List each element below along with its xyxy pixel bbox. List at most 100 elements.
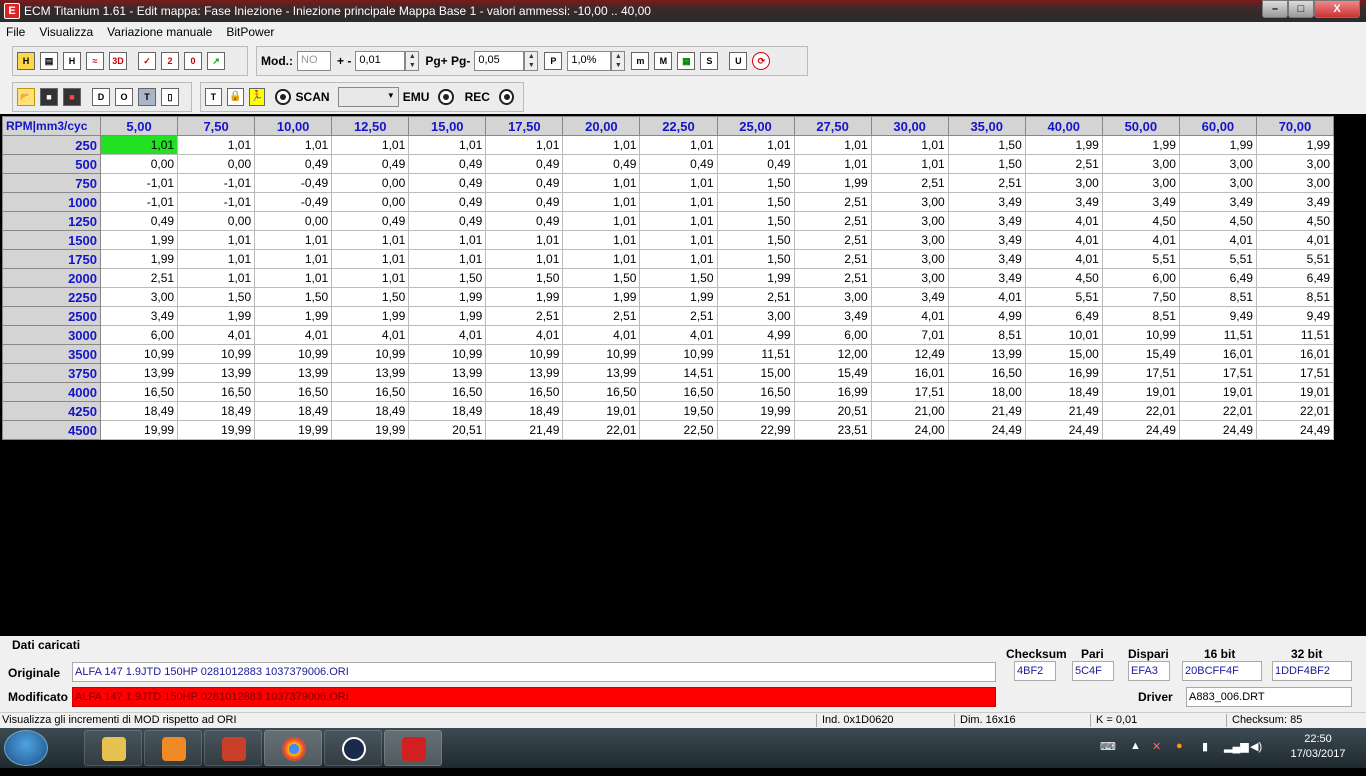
map-cell[interactable]: 3,00 (1024, 173, 1103, 193)
map-cell[interactable]: 1,50 (716, 230, 795, 250)
record-dot-icon[interactable] (275, 89, 291, 105)
view-table-icon[interactable]: T (138, 88, 156, 106)
map-cell[interactable]: 12,00 (793, 344, 872, 364)
map-cell[interactable]: 1,99 (254, 306, 333, 326)
export-icon[interactable]: ↗ (207, 52, 225, 70)
map-cell[interactable]: 6,00 (1101, 268, 1180, 288)
map-cell[interactable]: 2,51 (485, 306, 564, 326)
map-cell[interactable]: 4,01 (177, 325, 256, 345)
map-cell[interactable]: 3,49 (1024, 192, 1103, 212)
map-cell[interactable]: 1,01 (254, 268, 333, 288)
map-cell[interactable]: 1,01 (562, 211, 641, 231)
scan-select[interactable] (337, 87, 399, 107)
map-cell[interactable]: 13,99 (485, 363, 564, 383)
map-cell[interactable]: 1,99 (177, 306, 256, 326)
page-step-spinner[interactable]: ▲ ▼ (524, 51, 539, 71)
map-cell[interactable]: 1,99 (1178, 135, 1257, 155)
map-cell[interactable]: 2,51 (793, 211, 872, 231)
map-cell[interactable]: 19,01 (562, 401, 641, 421)
column-header[interactable]: 25,00 (716, 116, 795, 136)
map-cell[interactable]: 3,00 (99, 287, 179, 307)
map-cell[interactable]: 1,01 (870, 154, 949, 174)
map-cell[interactable]: 3,00 (870, 268, 949, 288)
map-cell[interactable]: 1,01 (639, 230, 718, 250)
chrome-icon[interactable] (264, 730, 322, 766)
map-cell[interactable]: 2,51 (793, 249, 872, 269)
map-cell[interactable]: 9,49 (1178, 306, 1257, 326)
map-cell[interactable]: 24,49 (1024, 420, 1103, 440)
map-cell[interactable]: 4,01 (1024, 249, 1103, 269)
map-cell[interactable]: 1,01 (331, 135, 410, 155)
view-decimal-icon[interactable]: D (92, 88, 110, 106)
map-cell[interactable]: 0,49 (331, 211, 410, 231)
map-cell[interactable]: 4,50 (1255, 211, 1335, 231)
map-cell[interactable]: 1,50 (562, 268, 641, 288)
table-icon[interactable]: ▦ (677, 52, 696, 70)
map-cell[interactable]: 1,01 (639, 249, 718, 269)
map-cell[interactable]: 3,00 (1255, 154, 1335, 174)
map-cell[interactable]: 1,50 (639, 268, 718, 288)
map-cell[interactable]: 0,00 (99, 154, 179, 174)
map-cell[interactable]: 5,51 (1255, 249, 1335, 269)
row-header[interactable]: 2250 (2, 287, 101, 307)
map-cell[interactable]: 1,50 (331, 287, 410, 307)
map-cell[interactable]: 0,49 (408, 154, 487, 174)
map-cell[interactable]: 6,00 (793, 325, 872, 345)
row-header[interactable]: 750 (2, 173, 101, 193)
text-icon[interactable]: T (205, 88, 222, 106)
map-cell[interactable]: 1,01 (870, 135, 949, 155)
map-cell[interactable]: 8,51 (1178, 287, 1257, 307)
map-cell[interactable]: 18,49 (177, 401, 256, 421)
map-cell[interactable]: 16,99 (793, 382, 872, 402)
map-cell[interactable]: 0,49 (639, 154, 718, 174)
maximize-button[interactable]: □ (1288, 0, 1314, 18)
map-cell[interactable]: 2,51 (793, 268, 872, 288)
map-cell[interactable]: 0,49 (408, 173, 487, 193)
map-cell[interactable]: 19,99 (99, 420, 179, 440)
map-cell[interactable]: 1,01 (716, 135, 795, 155)
map-cell[interactable]: 0,00 (177, 211, 256, 231)
map-cell[interactable]: 18,49 (408, 401, 487, 421)
row-header[interactable]: 3000 (2, 325, 101, 345)
min-icon[interactable]: m (631, 52, 650, 70)
graph-icon[interactable]: ≈ (86, 52, 104, 70)
map-cell[interactable]: 13,99 (99, 363, 179, 383)
map-cell[interactable]: 3,00 (1101, 154, 1180, 174)
map-cell[interactable]: 16,01 (1178, 344, 1257, 364)
map-cell[interactable]: 13,99 (177, 363, 256, 383)
map-cell[interactable]: 1,99 (99, 230, 179, 250)
step-input[interactable]: 0,01 (355, 51, 406, 71)
map-cell[interactable]: 1,01 (562, 230, 641, 250)
map-cell[interactable]: 19,99 (716, 401, 795, 421)
map-cell[interactable]: 22,01 (1178, 401, 1257, 421)
map-cell[interactable]: 16,50 (331, 382, 410, 402)
3d-view-icon[interactable]: 3D (109, 52, 127, 70)
map-cell[interactable]: 3,00 (793, 287, 872, 307)
map-cell[interactable]: 3,49 (947, 249, 1026, 269)
emu-button[interactable] (438, 89, 454, 105)
map-cell[interactable]: 2,51 (562, 306, 641, 326)
smooth-icon[interactable]: S (700, 52, 719, 70)
row-header[interactable]: 1000 (2, 192, 101, 212)
map-cell[interactable]: 3,49 (1101, 192, 1180, 212)
map-cell[interactable]: 10,99 (254, 344, 333, 364)
map-cell[interactable]: 1,01 (408, 249, 487, 269)
map-cell[interactable]: 19,01 (1255, 382, 1335, 402)
map-cell[interactable]: 0,00 (254, 211, 333, 231)
map-cell[interactable]: 4,01 (408, 325, 487, 345)
map-cell[interactable]: 8,51 (1101, 306, 1180, 326)
map-cell[interactable]: 1,01 (639, 173, 718, 193)
map-cell[interactable]: 4,50 (1178, 211, 1257, 231)
map-cell[interactable]: 0,49 (254, 154, 333, 174)
map-cell[interactable]: 1,99 (639, 287, 718, 307)
undo-icon[interactable]: U (729, 52, 748, 70)
map-cell[interactable]: 19,01 (1178, 382, 1257, 402)
column-header[interactable]: 60,00 (1178, 116, 1257, 136)
map-cell[interactable]: 11,51 (1178, 325, 1257, 345)
row-header[interactable]: 250 (2, 135, 101, 155)
map-cell[interactable]: 1,01 (408, 230, 487, 250)
map-cell[interactable]: 19,99 (177, 420, 256, 440)
map-cell[interactable]: 1,01 (793, 135, 872, 155)
network-error-icon[interactable]: ✕ (1152, 740, 1161, 776)
map-cell[interactable]: 10,01 (1024, 325, 1103, 345)
